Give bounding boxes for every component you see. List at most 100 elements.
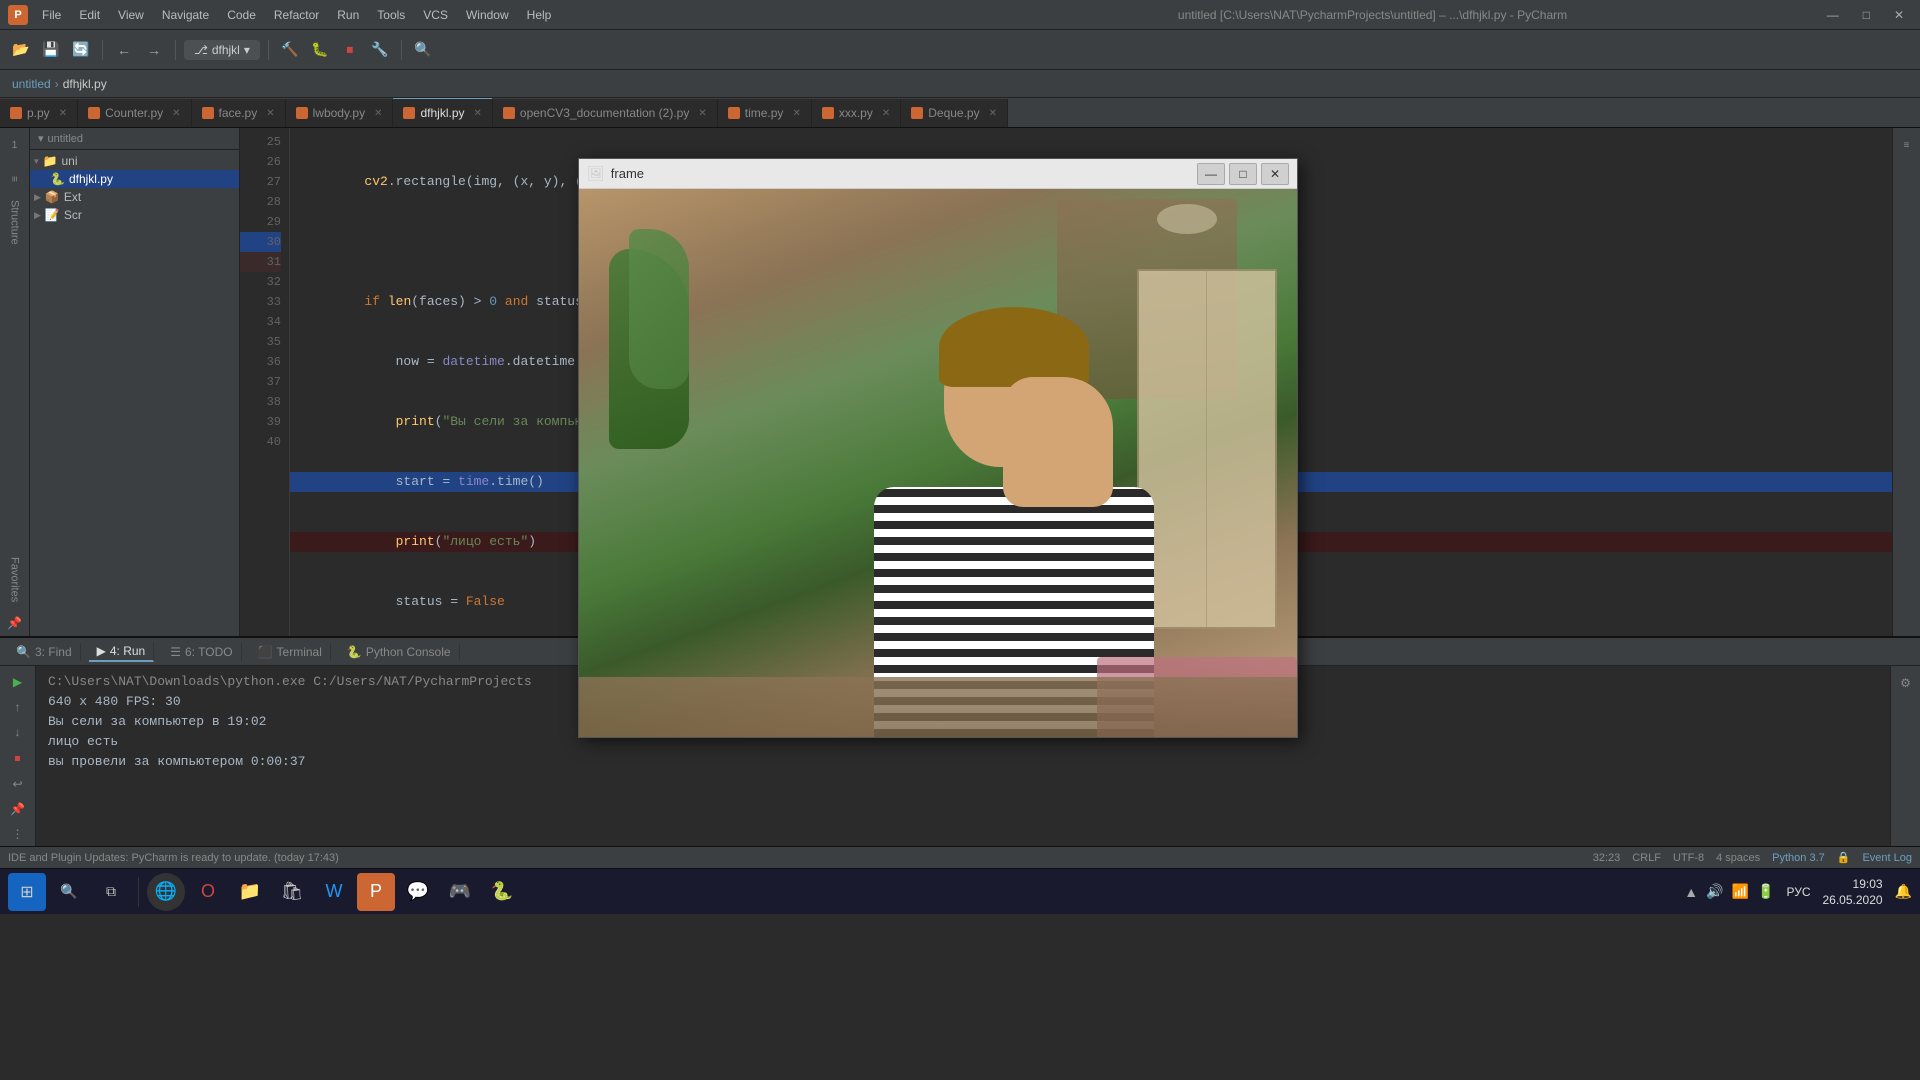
clock[interactable]: 19:03 26.05.2020 <box>1823 876 1883 908</box>
menu-bar: File Edit View Navigate Code Refactor Ru… <box>34 6 926 24</box>
tab-opencv-py[interactable]: openCV3_documentation (2).py ✕ <box>493 99 718 127</box>
scroll-up-button[interactable]: ↑ <box>5 695 31 718</box>
tree-item-scratches[interactable]: ▶ 📝 Scr <box>30 206 239 224</box>
tab-counter-py[interactable]: Counter.py ✕ <box>78 99 191 127</box>
chrome-button[interactable]: 🌐 <box>147 873 185 911</box>
close-tab-lwbody[interactable]: ✕ <box>374 108 382 119</box>
stop-run-button[interactable]: ⏹ <box>5 747 31 770</box>
todo-tab[interactable]: ☰ 6: TODO <box>162 643 241 661</box>
close-tab-dfhjkl[interactable]: ✕ <box>474 108 482 119</box>
close-tab-deque[interactable]: ✕ <box>989 108 997 119</box>
pin-tab-button[interactable]: 📌 <box>5 798 31 821</box>
word-button[interactable]: W <box>315 873 353 911</box>
task-view-button[interactable]: ⧉ <box>92 873 130 911</box>
tab-p-py[interactable]: p.py ✕ <box>0 99 78 127</box>
build-button[interactable]: 🔨 <box>277 37 303 63</box>
pycharm-taskbar-button[interactable]: P <box>357 873 395 911</box>
save-button[interactable]: 💾 <box>38 37 64 63</box>
structure-right-button[interactable]: ≡ <box>1894 132 1920 158</box>
tree-item-external[interactable]: ▶ 📦 Ext <box>30 188 239 206</box>
volume-icon[interactable]: 🔊 <box>1706 883 1723 900</box>
search-button[interactable]: 🔍 <box>410 37 436 63</box>
minimize-button[interactable]: — <box>1819 6 1847 24</box>
teams-button[interactable]: 💬 <box>399 873 437 911</box>
scroll-down-button[interactable]: ↓ <box>5 720 31 743</box>
close-tab-counter[interactable]: ✕ <box>172 108 180 119</box>
maximize-button[interactable]: □ <box>1855 6 1878 24</box>
close-tab-p-py[interactable]: ✕ <box>59 108 67 119</box>
close-tab-face[interactable]: ✕ <box>266 108 274 119</box>
menu-view[interactable]: View <box>110 6 152 24</box>
indent-info[interactable]: 4 spaces <box>1716 852 1760 864</box>
breadcrumb-project[interactable]: untitled <box>12 77 51 91</box>
menu-help[interactable]: Help <box>519 6 560 24</box>
menu-run[interactable]: Run <box>329 6 367 24</box>
discord-button[interactable]: 🎮 <box>441 873 479 911</box>
python-version[interactable]: Python 3.7 <box>1772 852 1825 864</box>
tab-lwbody-py[interactable]: lwbody.py ✕ <box>286 99 394 127</box>
menu-window[interactable]: Window <box>458 6 517 24</box>
tab-dfhjkl-py[interactable]: dfhjkl.py ✕ <box>393 98 492 127</box>
start-button[interactable]: ⊞ <box>8 873 46 911</box>
line-ending[interactable]: CRLF <box>1632 852 1661 864</box>
tab-xxx-py[interactable]: xxx.py ✕ <box>812 99 901 127</box>
tab-icon <box>10 107 22 119</box>
network-icon[interactable]: 📶 <box>1732 883 1749 900</box>
wrap-output-button[interactable]: ↩ <box>5 773 31 796</box>
encoding[interactable]: UTF-8 <box>1673 852 1704 864</box>
close-tab-opencv[interactable]: ✕ <box>698 108 706 119</box>
project-tree: ▾ 📁 uni 🐍 dfhjkl.py ▶ 📦 Ext ▶ 📝 Scr <box>30 150 239 636</box>
files-button[interactable]: 📁 <box>231 873 269 911</box>
settings-run-button[interactable]: ⚙ <box>1893 670 1919 696</box>
debug-button[interactable]: 🐛 <box>307 37 333 63</box>
tree-item-untitled[interactable]: ▾ 📁 uni <box>30 152 239 170</box>
menu-file[interactable]: File <box>34 6 69 24</box>
sidebar-project-button[interactable]: 1 <box>2 132 28 158</box>
menu-vcs[interactable]: VCS <box>415 6 456 24</box>
notification-center-button[interactable]: 🔔 <box>1895 883 1912 900</box>
battery-icon[interactable]: 🔋 <box>1757 883 1774 900</box>
breadcrumb-file[interactable]: dfhjkl.py <box>63 77 107 91</box>
settings-button[interactable]: 🔧 <box>367 37 393 63</box>
sync-button[interactable]: 🔄 <box>68 37 94 63</box>
opera-button[interactable]: O <box>189 873 227 911</box>
menu-edit[interactable]: Edit <box>71 6 108 24</box>
close-tab-xxx[interactable]: ✕ <box>882 108 890 119</box>
terminal-tab[interactable]: ⬛ Terminal <box>250 643 331 661</box>
forward-button[interactable]: → <box>141 37 167 63</box>
expand-tray-icon[interactable]: ▲ <box>1684 884 1698 900</box>
tab-deque-py[interactable]: Deque.py ✕ <box>901 99 1008 127</box>
frame-maximize-button[interactable]: □ <box>1229 163 1257 185</box>
python-taskbar-button[interactable]: 🐍 <box>483 873 521 911</box>
structure-button[interactable]: ≡ <box>2 166 28 192</box>
pin-button[interactable]: 📌 <box>2 610 28 636</box>
store-button[interactable]: 🛍 <box>273 873 311 911</box>
search-taskbar-button[interactable]: 🔍 <box>50 873 88 911</box>
close-tab-time[interactable]: ✕ <box>792 108 800 119</box>
find-tab[interactable]: 🔍 3: Find <box>8 643 81 661</box>
back-button[interactable]: ← <box>111 37 137 63</box>
open-file-button[interactable]: 📂 <box>8 37 34 63</box>
tab-time-py[interactable]: time.py ✕ <box>718 99 812 127</box>
run-tab[interactable]: ▶ 4: Run <box>89 642 155 662</box>
event-log[interactable]: Event Log <box>1862 852 1912 864</box>
tab-face-py[interactable]: face.py ✕ <box>192 99 286 127</box>
tree-item-dfhjkl[interactable]: 🐍 dfhjkl.py <box>30 170 239 188</box>
frame-close-button[interactable]: ✕ <box>1261 163 1289 185</box>
menu-refactor[interactable]: Refactor <box>266 6 327 24</box>
frame-minimize-button[interactable]: — <box>1197 163 1225 185</box>
cursor-position[interactable]: 32:23 <box>1593 852 1621 864</box>
lang-indicator[interactable]: РУС <box>1786 885 1810 899</box>
close-button[interactable]: ✕ <box>1886 6 1912 24</box>
branch-selector[interactable]: ⎇ dfhjkl ▾ <box>184 40 260 60</box>
menu-code[interactable]: Code <box>219 6 264 24</box>
menu-tools[interactable]: Tools <box>369 6 413 24</box>
python-console-tab[interactable]: 🐍 Python Console <box>339 643 460 661</box>
stop-button[interactable]: ⏹ <box>337 37 363 63</box>
menu-navigate[interactable]: Navigate <box>154 6 217 24</box>
tray-icons: ▲ 🔊 📶 🔋 <box>1684 883 1774 900</box>
run-again-button[interactable]: ▶ <box>5 670 31 693</box>
tab-icon-active <box>403 107 415 119</box>
more-run-button[interactable]: ⋮ <box>5 823 31 846</box>
project-title: untitled <box>48 133 83 145</box>
